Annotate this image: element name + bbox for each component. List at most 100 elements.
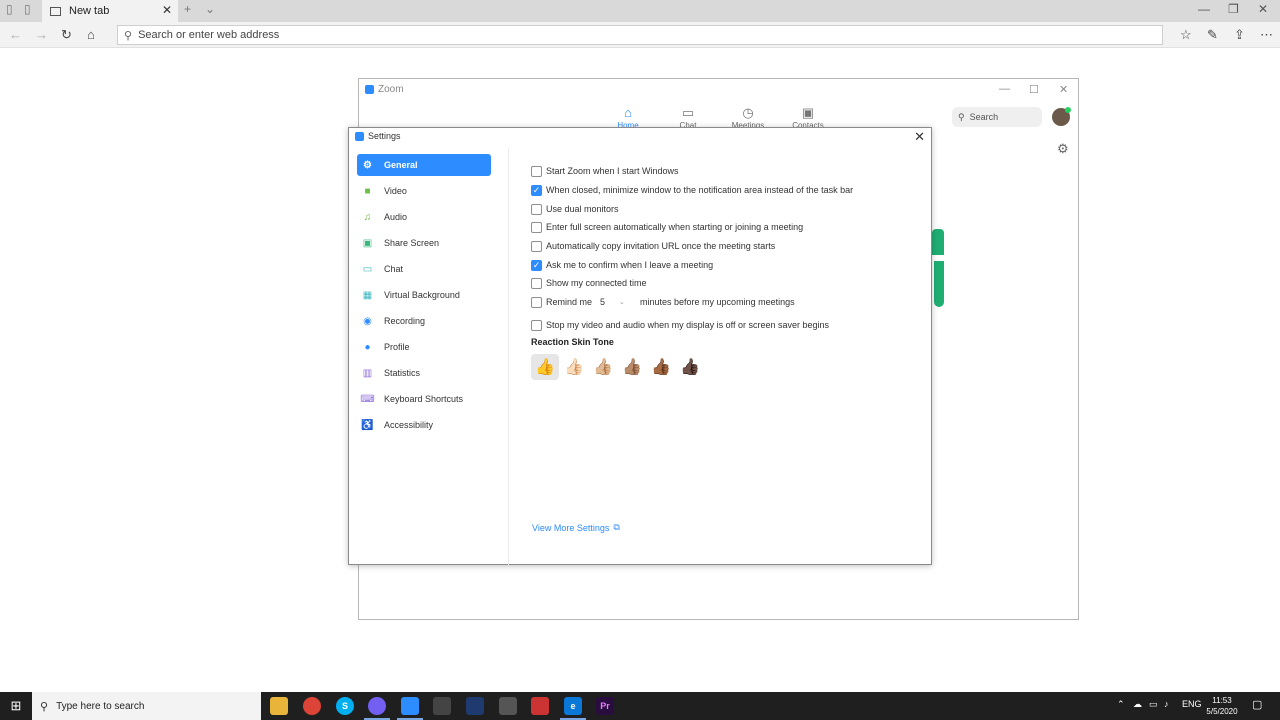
screen-recorder-icon[interactable]: [531, 697, 549, 715]
option-start-with-windows[interactable]: Start Zoom when I start Windows: [531, 164, 679, 178]
new-tab-button[interactable]: +: [184, 2, 191, 16]
checkbox[interactable]: [531, 240, 542, 252]
sidebar-item-virtual-background[interactable]: ▦ Virtual Background: [357, 284, 491, 306]
minimize-button[interactable]: —: [1198, 2, 1210, 16]
viber-icon[interactable]: [364, 697, 390, 720]
gear-icon[interactable]: ⚙: [1057, 141, 1069, 157]
settings-sidebar: ⚙ General ■ Video ♫ Audio ▣ Share Screen…: [349, 148, 509, 565]
checkbox[interactable]: [531, 221, 542, 233]
address-input[interactable]: ⚲ Search or enter web address: [117, 25, 1163, 45]
network-icon[interactable]: ▭: [1149, 699, 1158, 710]
zoom-minimize-button[interactable]: —: [999, 83, 1010, 95]
file-explorer-icon[interactable]: [270, 697, 288, 715]
zoom-app-icon[interactable]: [397, 697, 423, 720]
chevron-down-icon: ⌄: [619, 299, 625, 306]
maximize-button[interactable]: ❐: [1228, 2, 1239, 16]
sidebar-item-recording[interactable]: ◉ Recording: [357, 310, 491, 332]
video-icon: ■: [364, 185, 371, 197]
option-remind-me[interactable]: Remind me 5 ⌄ minutes before my upcoming…: [531, 295, 795, 309]
home-icon: ⌂: [624, 105, 632, 120]
zoom-search-input[interactable]: ⚲ Search: [952, 107, 1042, 127]
option-minimize-to-tray[interactable]: ✓ When closed, minimize window to the no…: [531, 183, 853, 197]
skype-icon[interactable]: S: [336, 697, 354, 715]
zoom-logo-icon: [355, 131, 364, 141]
edge-browser-icon[interactable]: e: [560, 697, 586, 720]
zoom-title-bar: Zoom: [365, 84, 404, 95]
settings-close-button[interactable]: ✕: [914, 129, 925, 145]
person-icon: ▦: [362, 289, 373, 301]
skin-tone-default[interactable]: 👍: [531, 354, 559, 380]
language-indicator[interactable]: ENG: [1182, 699, 1202, 709]
chrome-icon[interactable]: [303, 697, 321, 715]
checkbox[interactable]: [531, 296, 542, 308]
avatar[interactable]: [1052, 107, 1071, 126]
view-more-settings-link[interactable]: View More Settings ⧉: [532, 522, 620, 533]
taskbar-search-input[interactable]: ⚲ Type here to search: [32, 692, 261, 720]
sidebar-item-accessibility[interactable]: ♿ Accessibility: [357, 414, 491, 436]
checkbox[interactable]: [531, 277, 542, 289]
skin-tone-dark[interactable]: 👍🏿: [676, 354, 704, 380]
option-connected-time[interactable]: Show my connected time: [531, 276, 647, 290]
tab-list-chevron-icon[interactable]: ⌄: [205, 2, 215, 16]
sidebar-item-video[interactable]: ■ Video: [357, 180, 491, 202]
refresh-icon[interactable]: ↻: [61, 27, 72, 43]
skin-tone-medium-light[interactable]: 👍🏼: [589, 354, 617, 380]
home-icon[interactable]: ⌂: [87, 27, 95, 42]
sidebar-item-general[interactable]: ⚙ General: [357, 154, 491, 176]
checkbox[interactable]: [531, 319, 542, 331]
back-icon[interactable]: ←: [9, 27, 22, 42]
settings-app-icon[interactable]: [466, 697, 484, 715]
option-full-screen[interactable]: Enter full screen automatically when sta…: [531, 220, 803, 234]
share-screen-icon: ▣: [362, 237, 373, 249]
gear-icon: ⚙: [363, 159, 372, 171]
remind-minutes-select[interactable]: 5 ⌄: [600, 295, 634, 309]
checkbox-checked[interactable]: ✓: [531, 259, 542, 271]
calculator-icon[interactable]: [499, 697, 517, 715]
more-icon[interactable]: ⋯: [1260, 27, 1273, 43]
remind-minutes-value: 5: [600, 297, 606, 307]
sidebar-item-keyboard-shortcuts[interactable]: ⌨ Keyboard Shortcuts: [357, 388, 491, 410]
share-icon[interactable]: ⇪: [1234, 27, 1245, 43]
sidebar-item-chat[interactable]: ▭ Chat: [357, 258, 491, 280]
sidebar-item-audio[interactable]: ♫ Audio: [357, 206, 491, 228]
sidebar-item-share-screen[interactable]: ▣ Share Screen: [357, 232, 491, 254]
checkbox[interactable]: [531, 165, 542, 177]
close-button[interactable]: ✕: [1258, 2, 1268, 16]
tab-page-icon: [50, 6, 61, 16]
option-copy-invitation-url[interactable]: Automatically copy invitation URL once t…: [531, 239, 775, 253]
tab-close-icon[interactable]: ✕: [162, 3, 172, 17]
volume-icon[interactable]: ♪: [1164, 699, 1169, 709]
option-stop-video-screensaver[interactable]: Stop my video and audio when my display …: [531, 318, 829, 332]
sidebar-item-profile[interactable]: ● Profile: [357, 336, 491, 358]
checkbox-checked[interactable]: ✓: [531, 184, 542, 196]
option-label: When closed, minimize window to the noti…: [546, 185, 854, 195]
skin-tone-medium[interactable]: 👍🏽: [618, 354, 646, 380]
cloud-icon[interactable]: ☁: [1133, 699, 1142, 710]
settings-dialog: Settings ✕ ⚙ General ■ Video ♫ Audio ▣ S…: [348, 127, 932, 565]
external-link-icon: ⧉: [613, 522, 620, 532]
taskbar-search-placeholder: Type here to search: [56, 700, 145, 712]
tab-preview-icon[interactable]: ▯: [24, 2, 31, 16]
zoom-close-button[interactable]: ✕: [1059, 83, 1068, 96]
taskbar-clock[interactable]: 11:53 5/5/2020: [1204, 695, 1240, 717]
chat-icon: ▭: [681, 105, 695, 120]
skin-tone-picker: 👍 👍🏻 👍🏼 👍🏽 👍🏾 👍🏿: [531, 354, 705, 380]
set-aside-tabs-icon[interactable]: ▯: [6, 2, 13, 16]
checkbox[interactable]: [531, 203, 542, 215]
zoom-maximize-button[interactable]: ☐: [1029, 83, 1039, 96]
premiere-pro-icon[interactable]: Pr: [596, 697, 614, 715]
option-confirm-leave[interactable]: ✓ Ask me to confirm when I leave a meeti…: [531, 258, 713, 272]
pen-tool-icon[interactable]: [433, 697, 451, 715]
option-dual-monitors[interactable]: Use dual monitors: [531, 202, 619, 216]
skin-tone-light[interactable]: 👍🏻: [560, 354, 588, 380]
sidebar-item-label: Accessibility: [384, 420, 434, 430]
skin-tone-medium-dark[interactable]: 👍🏾: [647, 354, 675, 380]
show-hidden-icons-chevron-up-icon[interactable]: ⌃: [1117, 699, 1125, 710]
notification-icon[interactable]: ▢: [1252, 698, 1262, 711]
tab-new-tab[interactable]: New tab ✕: [42, 0, 178, 22]
notes-pen-icon[interactable]: ✎: [1207, 27, 1218, 43]
sidebar-item-statistics[interactable]: ▥ Statistics: [357, 362, 491, 384]
forward-icon[interactable]: →: [35, 27, 48, 42]
favorites-icon[interactable]: ☆: [1180, 27, 1192, 43]
start-button[interactable]: ⊞: [0, 692, 32, 720]
